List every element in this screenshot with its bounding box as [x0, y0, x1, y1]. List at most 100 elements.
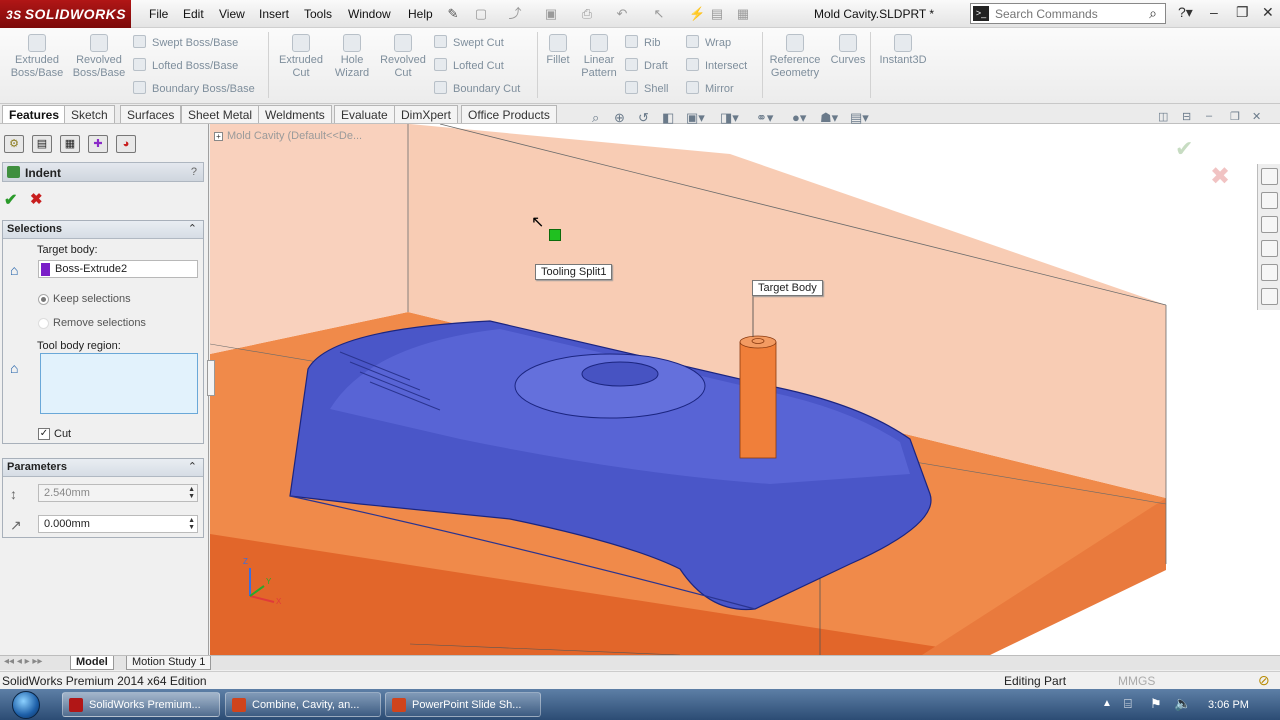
swept-cut-button[interactable]: Swept Cut	[434, 35, 504, 50]
extruded-cut-button[interactable]: Extruded Cut	[276, 34, 326, 80]
mirror-button[interactable]: Mirror	[686, 81, 734, 96]
menu-insert[interactable]: Insert	[259, 7, 289, 21]
system-clock[interactable]: 3:06 PM	[1208, 699, 1249, 711]
view-settings-icon[interactable]: ▤▾	[850, 110, 869, 126]
tab-scroll-arrows-icon[interactable]: ◂◂ ◂ ▸ ▸▸	[4, 656, 42, 667]
target-body-callout[interactable]: Target Body	[752, 280, 823, 296]
new-document-icon[interactable]: ▢	[473, 6, 489, 22]
tooling-split-callout[interactable]: Tooling Split1	[535, 264, 613, 280]
save-icon[interactable]: ▣	[543, 6, 559, 22]
tab-sheet-metal[interactable]: Sheet Metal	[181, 105, 260, 123]
zoom-to-fit-icon[interactable]: ⌕	[592, 110, 599, 126]
menu-view[interactable]: View	[219, 7, 245, 21]
restore-view-icon[interactable]: ❐	[1230, 110, 1240, 123]
start-button[interactable]	[12, 691, 40, 719]
dimxpert-manager-icon[interactable]: ✚	[88, 135, 108, 153]
lofted-cut-button[interactable]: Lofted Cut	[434, 58, 504, 73]
cancel-x-icon[interactable]: ✖	[30, 190, 43, 208]
revolved-boss-button[interactable]: Revolved Boss/Base	[70, 34, 128, 80]
tab-office-products[interactable]: Office Products	[461, 105, 557, 123]
graphics-area[interactable]: + Mold Cavity (Default<<De... ↖ Tooling S…	[210, 124, 1280, 655]
section-view-icon[interactable]: ◧	[662, 110, 674, 126]
tab-evaluate[interactable]: Evaluate	[334, 105, 395, 123]
minimize-view-icon[interactable]: –	[1206, 110, 1212, 122]
solidworks-resources-icon[interactable]	[1261, 168, 1278, 185]
ok-checkmark-icon[interactable]: ✔	[4, 190, 17, 210]
zoom-to-area-icon[interactable]: ⊕	[614, 110, 625, 126]
network-icon[interactable]: ⌸	[1124, 696, 1132, 712]
instant3d-button[interactable]: Instant3D	[874, 34, 932, 67]
tool-body-region-field[interactable]	[40, 353, 198, 414]
rebuild-status-icon[interactable]: ⊘	[1258, 672, 1270, 689]
edit-appearance-icon[interactable]: ●▾	[792, 110, 806, 126]
boundary-cut-button[interactable]: Boundary Cut	[434, 81, 520, 96]
solidworks-logo[interactable]: 3S SOLIDWORKS	[0, 0, 131, 28]
spin-arrows-icon[interactable]: ▲ ▼	[188, 517, 195, 531]
close-button[interactable]: ✕	[1262, 4, 1274, 21]
menu-file[interactable]: File	[149, 7, 168, 21]
restore-button[interactable]: ❐	[1236, 4, 1249, 21]
taskbar-item-powerpoint[interactable]: PowerPoint Slide Sh...	[385, 692, 541, 717]
reference-geometry-button[interactable]: Reference Geometry	[767, 34, 823, 80]
undo-icon[interactable]: ↶	[614, 6, 630, 22]
apply-scene-icon[interactable]: ☗▾	[820, 110, 838, 126]
show-hidden-icons-icon[interactable]: ▲	[1102, 698, 1112, 709]
taskbar-item-solidworks[interactable]: SolidWorks Premium...	[62, 692, 220, 717]
extruded-boss-button[interactable]: Extruded Boss/Base	[8, 34, 66, 80]
previous-view-icon[interactable]: ↺	[638, 110, 649, 126]
property-manager-icon[interactable]: ▤	[32, 135, 52, 153]
feature-tree-icon[interactable]: ⚙	[4, 135, 24, 153]
help-icon[interactable]: ?▾	[1178, 4, 1193, 21]
action-center-icon[interactable]: ⚑	[1150, 696, 1162, 712]
revolved-cut-button[interactable]: Revolved Cut	[378, 34, 428, 80]
menu-edit[interactable]: Edit	[183, 7, 204, 21]
hide-show-items-icon[interactable]: ⚭▾	[756, 110, 773, 126]
target-body-field[interactable]: Boss-Extrude2	[38, 260, 198, 278]
units-text[interactable]: MMGS	[1118, 674, 1155, 688]
pin-icon[interactable]: ✎	[445, 6, 461, 22]
expand-icon[interactable]: +	[214, 132, 223, 141]
draft-button[interactable]: Draft	[625, 58, 668, 73]
selection-handle[interactable]	[549, 229, 561, 241]
panel-splitter[interactable]	[207, 360, 215, 396]
keep-selections-radio[interactable]	[38, 294, 49, 305]
design-library-icon[interactable]	[1261, 192, 1278, 209]
print-icon[interactable]: ⎙	[579, 6, 595, 22]
menu-help[interactable]: Help	[408, 7, 433, 21]
cut-checkbox[interactable]: ✓	[38, 428, 50, 440]
search-input[interactable]	[995, 6, 1135, 21]
fillet-button[interactable]: Fillet	[541, 34, 575, 67]
collapse-icon[interactable]: ⌃	[188, 460, 197, 473]
search-commands[interactable]: >_ ⌕	[970, 3, 1166, 24]
select-icon[interactable]: ↖	[651, 6, 667, 22]
tab-dimxpert[interactable]: DimXpert	[394, 105, 459, 123]
tab-features[interactable]: Features	[2, 105, 67, 123]
appearances-icon[interactable]	[1261, 264, 1278, 281]
tab-motion-study-1[interactable]: Motion Study 1	[126, 656, 212, 670]
spin-arrows-icon[interactable]: ▲ ▼	[188, 486, 195, 500]
collapse-icon[interactable]: ⌃	[188, 222, 197, 235]
tab-surfaces[interactable]: Surfaces	[120, 105, 182, 123]
shell-button[interactable]: Shell	[625, 81, 668, 96]
tab-sketch[interactable]: Sketch	[64, 105, 115, 123]
tile-icon[interactable]: ◫	[1158, 110, 1168, 123]
tab-weldments[interactable]: Weldments	[258, 105, 332, 123]
tab-model[interactable]: Model	[70, 656, 114, 670]
minimize-button[interactable]: –	[1210, 4, 1218, 20]
display-manager-icon[interactable]: ◕	[116, 135, 136, 153]
rib-button[interactable]: Rib	[625, 35, 661, 50]
confirmation-ok-icon[interactable]: ✔	[1175, 136, 1193, 162]
custom-properties-icon[interactable]	[1261, 288, 1278, 305]
menu-window[interactable]: Window	[348, 7, 391, 21]
linear-pattern-button[interactable]: Linear Pattern	[577, 34, 621, 80]
confirmation-cancel-icon[interactable]: ✖	[1210, 162, 1230, 191]
flyout-feature-tree[interactable]: + Mold Cavity (Default<<De...	[214, 130, 362, 142]
swept-boss-button[interactable]: Swept Boss/Base	[133, 35, 238, 50]
rebuild-icon[interactable]: ⚡	[689, 6, 705, 22]
wrap-button[interactable]: Wrap	[686, 35, 731, 50]
curves-button[interactable]: Curves	[829, 34, 867, 67]
volume-icon[interactable]: 🔈	[1174, 695, 1191, 712]
lofted-boss-button[interactable]: Lofted Boss/Base	[133, 58, 238, 73]
tile-horizontal-icon[interactable]: ⊟	[1182, 110, 1191, 123]
thickness-field[interactable]: 2.540mm ▲ ▼	[38, 484, 198, 502]
